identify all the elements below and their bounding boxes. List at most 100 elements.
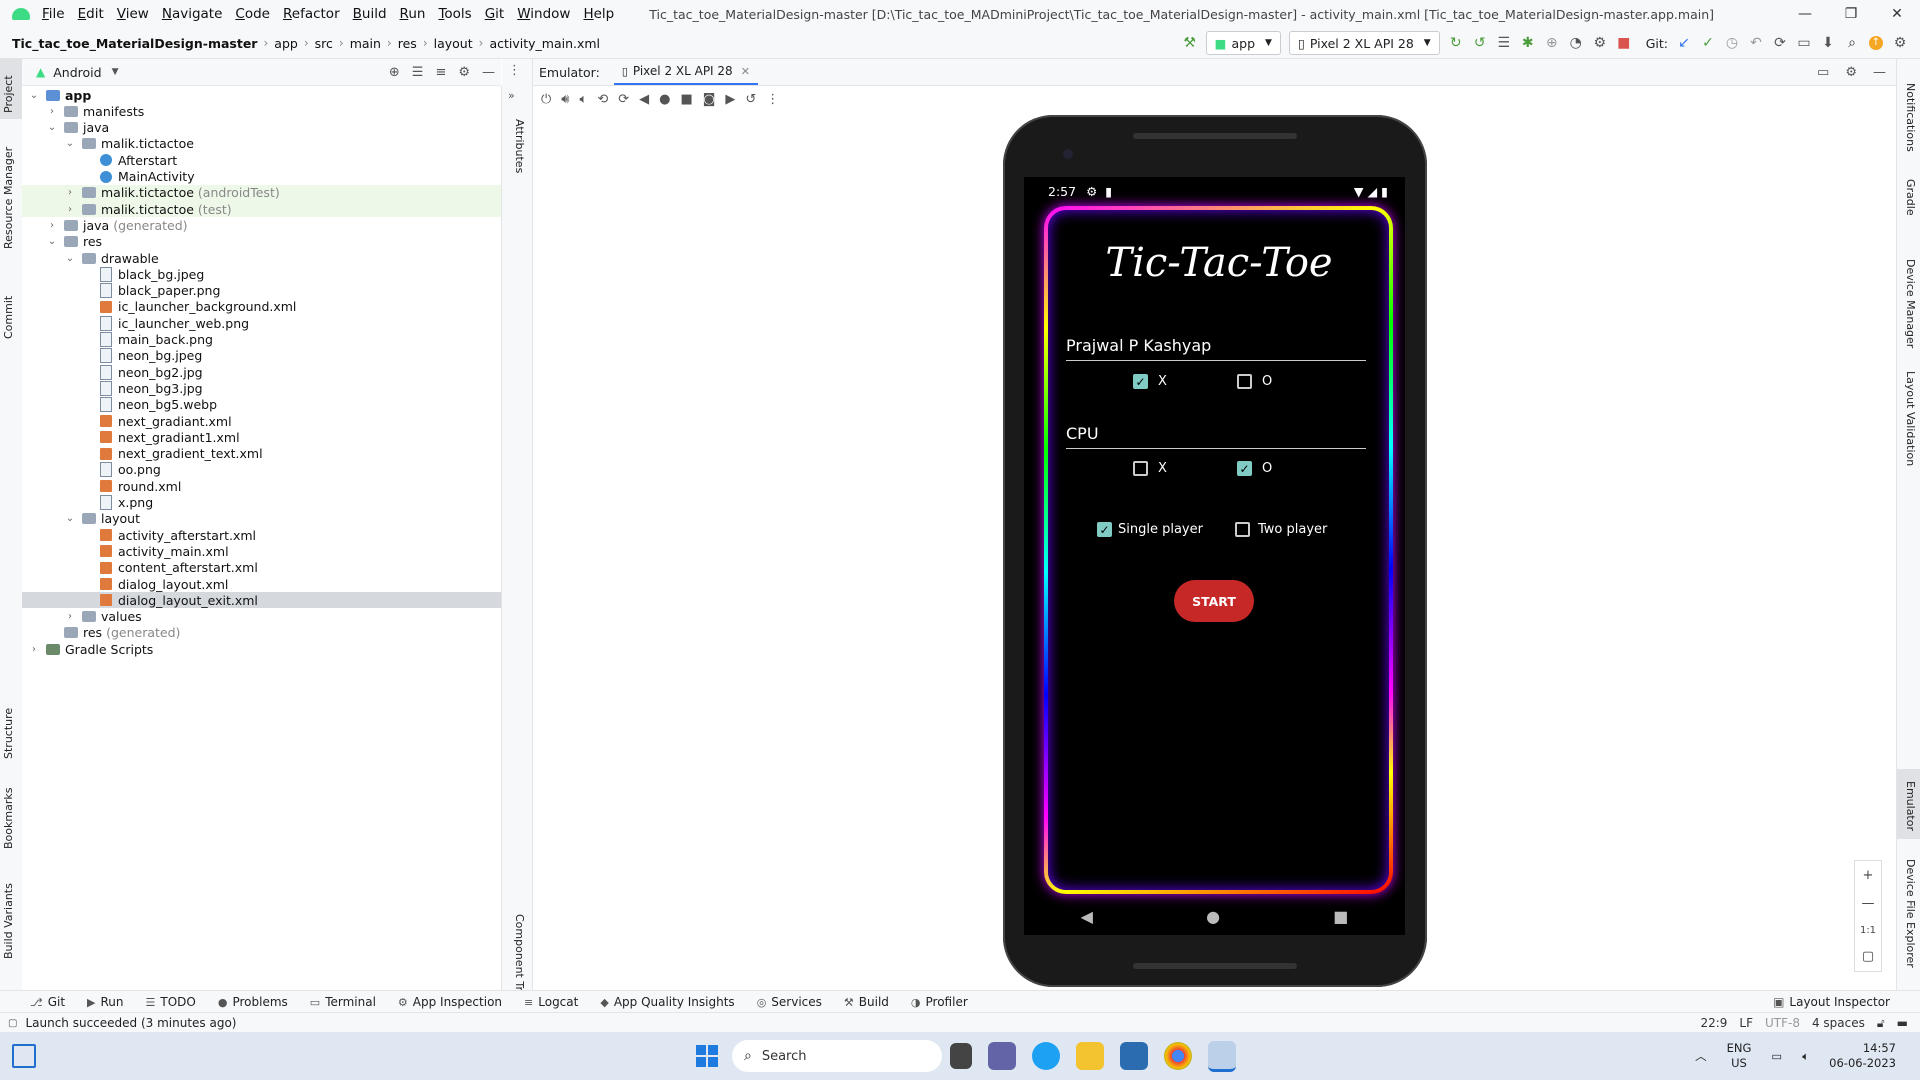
p1-x-checkbox[interactable]: ✓ [1133,374,1148,389]
menu-help[interactable]: Help [581,6,616,22]
rotate-left-icon[interactable]: ⟲ [597,92,608,107]
chevron-right-icon[interactable]: › [64,187,76,198]
nav-recents-icon[interactable]: ■ [1333,907,1348,926]
toolwindow-app-inspection[interactable]: ⚙ App Inspection [398,995,502,1009]
p1-o-checkbox[interactable] [1237,374,1252,389]
home-icon[interactable]: ● [659,92,670,107]
memory-icon[interactable]: ▬ [1897,1016,1908,1030]
toolwindow-services[interactable]: ◎ Services [757,995,822,1009]
chrome-icon[interactable] [1164,1042,1192,1070]
maximize-icon[interactable]: ❐ [1828,6,1874,22]
breadcrumb-item[interactable]: activity_main.xml [489,36,600,51]
breadcrumb-item[interactable]: app [274,36,298,51]
two-player-option[interactable]: Two player [1235,522,1327,537]
settings-icon[interactable]: ⚙ [1891,34,1909,52]
chevron-down-icon[interactable]: ⌄ [46,122,58,133]
gear-icon[interactable]: ⚙ [458,65,470,80]
device-select[interactable]: ▯ Pixel 2 XL API 28 ▼ [1288,31,1440,55]
close-tab-icon[interactable]: ✕ [741,65,750,78]
nav-home-icon[interactable]: ● [1206,907,1220,926]
breadcrumb-item[interactable]: Tic_tac_toe_MaterialDesign-master [12,36,257,51]
menu-window[interactable]: Window [515,6,572,22]
p2-o-option[interactable]: ✓ O [1237,461,1272,476]
record-icon[interactable]: ▶ [725,92,735,107]
menu-file[interactable]: File [40,6,67,22]
player1-input[interactable]: Prajwal P Kashyap [1066,336,1366,361]
teams-icon[interactable] [988,1042,1016,1070]
toolwindow-profiler[interactable]: ◑ Profiler [911,995,968,1009]
menu-tools[interactable]: Tools [436,6,473,22]
file-encoding[interactable]: UTF-8 [1765,1016,1800,1030]
line-separator[interactable]: LF [1739,1016,1753,1030]
gear-icon[interactable]: ⚙ [1845,65,1857,80]
menu-build[interactable]: Build [351,6,389,22]
chevron-down-icon[interactable]: ⌄ [64,138,76,149]
screenshot-icon[interactable]: ◙ [703,92,716,107]
run-config-select[interactable]: ■ app ▼ [1205,31,1281,55]
stop-icon[interactable]: ■ [1615,34,1633,52]
start-button[interactable]: START [1174,580,1254,622]
breadcrumb-item[interactable]: main [350,36,381,51]
toolwindow-git[interactable]: ⎇ Git [30,995,65,1009]
zoom-in-icon[interactable]: + [1863,868,1874,883]
run-icon[interactable]: ☰ [1495,34,1513,52]
windows-start-icon[interactable] [696,1045,718,1067]
indent-setting[interactable]: 4 spaces [1812,1016,1865,1030]
rotate-right-icon[interactable]: ⟳ [618,92,629,107]
hide-icon[interactable]: — [1873,65,1886,80]
tab-bookmarks[interactable]: Bookmarks [2,788,15,849]
apply-changes-icon[interactable]: ↻ [1447,34,1465,52]
status-message[interactable]: Launch succeeded (3 minutes ago) [25,1016,236,1030]
layout-inspector-button[interactable]: ▣ Layout Inspector [1773,995,1890,1009]
tab-resource-manager[interactable]: Resource Manager [2,147,15,249]
language-indicator[interactable]: ENG US [1727,1041,1752,1071]
chevron-right-icon[interactable]: › [64,204,76,215]
chevron-right-icon[interactable]: › [64,611,76,622]
caret-position[interactable]: 22:9 [1700,1016,1727,1030]
tab-build-variants[interactable]: Build Variants [2,883,15,959]
menu-navigate[interactable]: Navigate [160,6,225,22]
attach-debugger-icon[interactable]: ⊕ [1543,34,1561,52]
git-rollback-icon[interactable]: ↶ [1747,34,1765,52]
toolwindow-build[interactable]: ⚒ Build [844,995,889,1009]
hammer-icon[interactable]: ⚒ [1181,34,1199,52]
android-studio-taskbar-icon[interactable] [1208,1040,1236,1072]
tab-project[interactable]: Project [2,75,15,113]
menu-git[interactable]: Git [483,6,507,22]
overview-icon[interactable]: ■ [680,92,692,107]
expand-all-icon[interactable]: ☰ [412,65,424,80]
breadcrumb-item[interactable]: res [398,36,417,51]
chevron-right-icon[interactable]: › [28,644,40,655]
p2-x-checkbox[interactable] [1133,461,1148,476]
menu-view[interactable]: View [115,6,151,22]
search-icon[interactable]: ⌕ [1843,34,1861,52]
profile-icon[interactable]: ◔ [1567,34,1585,52]
apply-code-changes-icon[interactable]: ↺ [1471,34,1489,52]
widgets-icon[interactable] [12,1044,36,1068]
speaker-icon[interactable]: 🔈︎ [1802,1049,1809,1064]
toolwindow-todo[interactable]: ☰ TODO [146,995,196,1009]
zoom-actual-size[interactable]: 1:1 [1860,925,1876,936]
menu-code[interactable]: Code [233,6,272,22]
project-view-select[interactable]: Android [53,65,101,80]
tab-layout-validation[interactable]: Layout Validation [1904,371,1917,466]
nav-back-icon[interactable]: ◀ [1081,907,1093,926]
toolwindow-run[interactable]: ▶ Run [87,995,123,1009]
locate-icon[interactable]: ⊕ [389,65,400,80]
chevron-right-icon[interactable]: › [46,220,58,231]
toolwindow-terminal[interactable]: ▭ Terminal [310,995,376,1009]
menu-run[interactable]: Run [398,6,428,22]
more-icon[interactable]: ⋮ [766,92,779,107]
tab-emulator[interactable]: Emulator [1904,781,1917,831]
sdk-manager-icon[interactable]: ⬇ [1819,34,1837,52]
file-viewer-app-icon[interactable] [950,1043,972,1069]
chevron-right-icon[interactable]: › [46,106,58,117]
file-explorer-icon[interactable] [1076,1042,1104,1070]
taskbar-search[interactable]: ⌕ Search [732,1040,942,1072]
toolwindow-logcat[interactable]: ≡ Logcat [524,995,578,1009]
p1-o-option[interactable]: O [1237,374,1272,389]
back-icon[interactable]: ◀ [639,92,649,107]
menu-edit[interactable]: Edit [76,6,106,22]
power-icon[interactable]: ⏻ [541,92,551,107]
zoom-out-icon[interactable]: — [1862,896,1875,911]
